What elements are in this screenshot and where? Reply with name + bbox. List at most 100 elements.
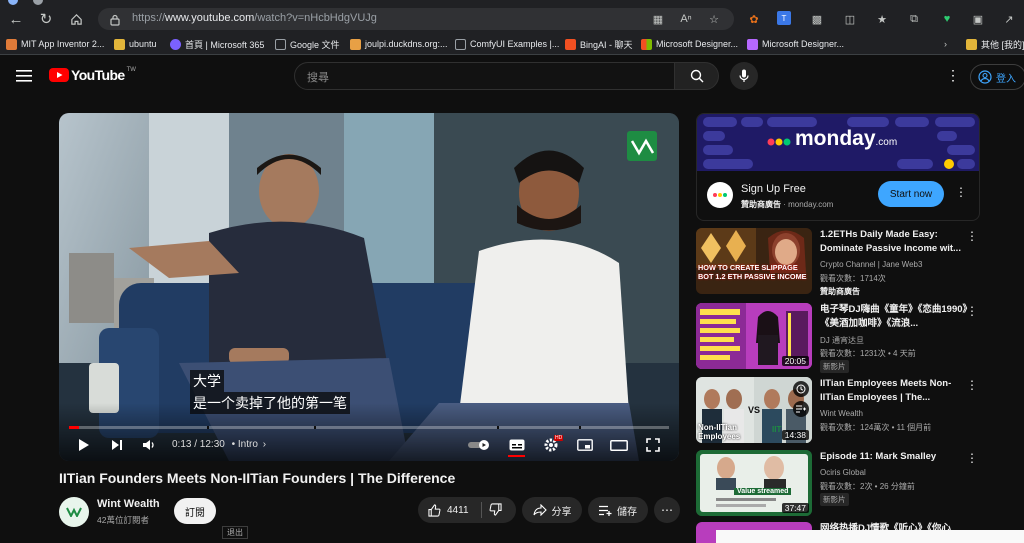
playlist-add-icon <box>599 505 612 516</box>
video-player[interactable]: 大学 是一个卖掉了他的第一笔 0:13 / 12:30 • Intro › HD <box>59 113 679 461</box>
address-field[interactable]: https://www.youtube.com/watch?v=nHcbHdgV… <box>98 8 734 30</box>
bookmark-item[interactable]: MIT App Inventor 2... <box>6 36 104 52</box>
chevron-right-icon[interactable]: › <box>263 439 266 450</box>
bookmark-item[interactable]: Microsoft Designer... <box>747 36 844 52</box>
read-aloud-icon[interactable]: Aⁿ <box>678 11 694 27</box>
search-input[interactable]: 搜尋 <box>294 62 675 90</box>
ad-banner[interactable]: monday.com <box>697 114 979 171</box>
clock-icon <box>796 384 806 394</box>
recommendation-more-icon[interactable]: ⋮ <box>966 451 978 465</box>
recommendation-title[interactable]: 电子琴DJ嗨曲《童年》《恋曲1990》《美酒加咖啡》《流浪... <box>820 303 968 331</box>
miniplayer-button[interactable] <box>575 435 595 455</box>
screen-icon[interactable]: ▣ <box>970 11 986 27</box>
volume-icon <box>143 440 154 450</box>
channel-name[interactable]: Wint Wealth <box>97 498 160 510</box>
collections-icon[interactable]: ⧉ <box>906 11 922 27</box>
apps-icon[interactable]: ▦ <box>650 11 666 27</box>
sign-in-button[interactable]: 登入 <box>970 64 1024 90</box>
reload-icon[interactable]: ↻ <box>36 9 56 29</box>
channel-avatar[interactable] <box>59 497 89 527</box>
m365-icon <box>170 38 181 50</box>
recommendation-channel[interactable]: DJ 通宵达旦 <box>820 335 864 346</box>
other-bookmarks[interactable]: 其他 [我的] <box>966 36 1024 52</box>
play-button[interactable] <box>74 435 94 455</box>
translate-icon[interactable]: T <box>777 11 791 25</box>
favorites-icon[interactable]: ★ <box>874 11 890 27</box>
bookmark-item[interactable]: Google 文件 <box>275 36 340 52</box>
bookmark-item[interactable]: 首頁 | Microsoft 365 <box>170 36 264 52</box>
fullscreen-button[interactable] <box>643 435 663 455</box>
video-thumbnail[interactable]: Value streamed 37:47 <box>696 450 812 516</box>
ad-more-icon[interactable]: ⋮ <box>955 185 967 199</box>
chapter-title[interactable]: • Intro <box>232 439 258 450</box>
favorite-star-icon[interactable]: ☆ <box>706 11 722 27</box>
bookmark-item[interactable]: Microsoft Designer... <box>641 36 738 52</box>
share-arrow-icon <box>532 504 547 516</box>
video-thumbnail[interactable]: 20:05 <box>696 303 812 369</box>
extension-icon[interactable]: ✿ <box>746 11 762 27</box>
recommendation-title[interactable]: IITian Employees Meets Non-IITian Employ… <box>820 377 968 405</box>
next-button[interactable] <box>107 435 127 455</box>
bookmark-item[interactable]: joulpi.duckdns.org:... <box>350 36 448 52</box>
advertiser-avatar[interactable] <box>707 182 733 208</box>
youtube-play-logo-icon <box>49 68 69 82</box>
recommendation-channel[interactable]: Crypto Channel | Jane Web3 <box>820 260 922 269</box>
back-icon[interactable]: ← <box>6 9 26 29</box>
share-button[interactable]: 分享 <box>522 497 582 523</box>
captions-button[interactable] <box>507 435 527 455</box>
recommendation-channel[interactable]: Ociris Global <box>820 468 866 477</box>
watch-later-icon[interactable] <box>793 381 809 397</box>
bookmark-item[interactable]: ubuntu <box>114 36 157 52</box>
split-screen-icon[interactable]: ◫ <box>842 11 858 27</box>
ad-cta-button[interactable]: Start now <box>878 181 944 207</box>
chapter-divider <box>579 426 581 429</box>
box-icon <box>350 38 361 50</box>
folder-icon <box>114 38 125 50</box>
menu-icon[interactable] <box>16 69 32 82</box>
youtube-page: YouTube TW 搜尋 ⋮ 登入 大学 是一个卖掉了他的第一笔 0:13 /… <box>0 56 1024 543</box>
video-thumbnail[interactable]: HOW TO CREATE SLIPPAGE BOT 1.2 ETH PASSI… <box>696 228 812 294</box>
video-duration: 14:38 <box>781 430 809 440</box>
subscribe-button[interactable]: 訂閱 <box>174 498 216 524</box>
video-thumbnail[interactable]: VS IIT Non-IITian Employees 14:38 <box>696 377 812 443</box>
autoplay-toggle[interactable] <box>467 435 493 455</box>
settings-more-icon[interactable]: ⋮ <box>946 67 960 84</box>
voice-search-button[interactable] <box>730 62 758 90</box>
puzzle-icon[interactable]: ▩ <box>809 11 825 27</box>
hd-badge-icon: HD <box>554 435 564 441</box>
recommendation-more-icon[interactable]: ⋮ <box>966 304 978 318</box>
recommendation-channel[interactable]: Wint Wealth <box>820 409 863 418</box>
video-title: IITian Founders Meets Non-IITian Founder… <box>59 470 456 486</box>
more-actions-icon[interactable]: ⋯ <box>654 497 680 523</box>
youtube-logo[interactable]: YouTube TW <box>49 67 136 83</box>
heart-pulse-icon[interactable]: ♥ <box>939 11 955 27</box>
bookmark-item[interactable]: ComfyUI Examples |... <box>455 36 559 52</box>
folder-icon <box>966 38 977 50</box>
bookmarks-overflow-icon[interactable]: › <box>944 36 947 52</box>
save-button[interactable]: 儲存 <box>588 497 648 523</box>
theater-icon <box>610 439 628 451</box>
like-button[interactable]: 4411 <box>428 503 469 517</box>
svg-text:IIT: IIT <box>772 425 781 434</box>
search-button[interactable] <box>674 62 719 90</box>
settings-button[interactable]: HD <box>541 435 564 455</box>
search-placeholder: 搜尋 <box>307 72 329 84</box>
recommendation-title[interactable]: 1.2ETHs Daily Made Easy: Dominate Passiv… <box>820 228 968 256</box>
dislike-button[interactable] <box>489 503 502 519</box>
skip-next-icon <box>112 440 122 450</box>
recommendation-title[interactable]: Episode 11: Mark Smalley <box>820 450 968 464</box>
sponsored-ad[interactable]: monday.com Sign Up Free 贊助商廣告 · monday.c… <box>696 113 980 221</box>
add-to-queue-icon[interactable] <box>793 401 809 417</box>
theater-mode-button[interactable] <box>609 435 629 455</box>
account-icon <box>978 70 992 84</box>
new-badge: 新影片 <box>820 360 849 373</box>
recommendation-more-icon[interactable]: ⋮ <box>966 229 978 243</box>
bookmark-item[interactable]: BingAI - 聊天 <box>565 36 633 52</box>
ad-headline[interactable]: Sign Up Free <box>741 183 806 195</box>
lock-icon[interactable] <box>110 13 120 31</box>
share-icon[interactable]: ↗ <box>1001 11 1017 27</box>
recommendation-more-icon[interactable]: ⋮ <box>966 378 978 392</box>
home-icon[interactable] <box>66 9 86 29</box>
subtitle-line: 大学 <box>190 370 224 392</box>
volume-button[interactable] <box>139 435 159 455</box>
